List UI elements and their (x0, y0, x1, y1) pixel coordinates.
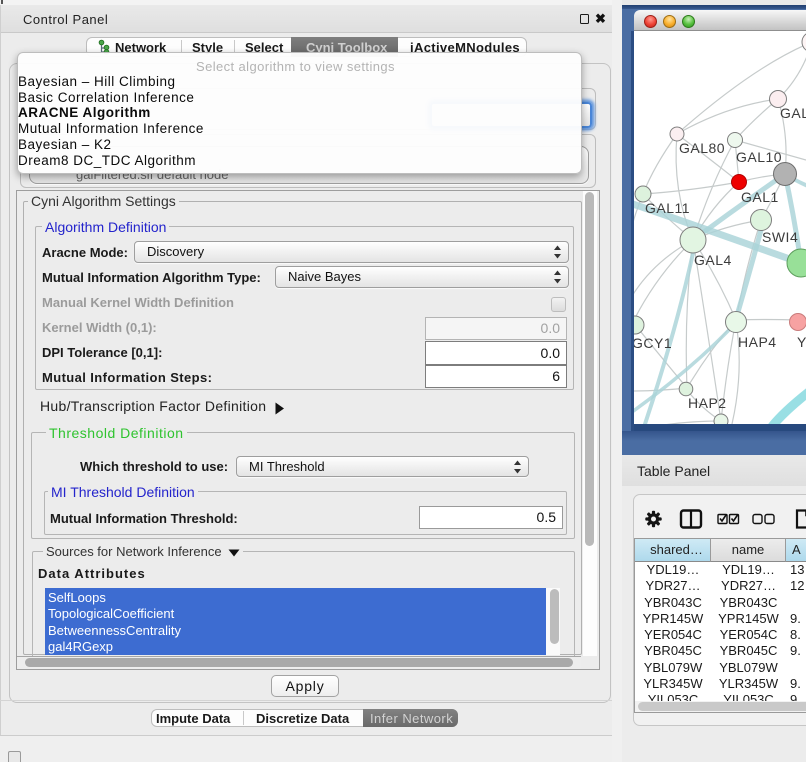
svg-text:HAP2: HAP2 (688, 395, 727, 411)
svg-text:Y: Y (797, 334, 806, 350)
svg-text:HAP4: HAP4 (738, 334, 777, 350)
svg-text:GAL4: GAL4 (694, 252, 732, 268)
svg-text:GAL7: GAL7 (780, 105, 806, 121)
svg-text:GAL1: GAL1 (741, 189, 779, 205)
svg-text:SWI4: SWI4 (762, 229, 798, 245)
svg-text:GAL80: GAL80 (679, 140, 725, 156)
svg-text:GAL11: GAL11 (645, 200, 690, 216)
svg-text:GAL10: GAL10 (736, 149, 782, 165)
svg-text:GCY1: GCY1 (634, 335, 672, 351)
